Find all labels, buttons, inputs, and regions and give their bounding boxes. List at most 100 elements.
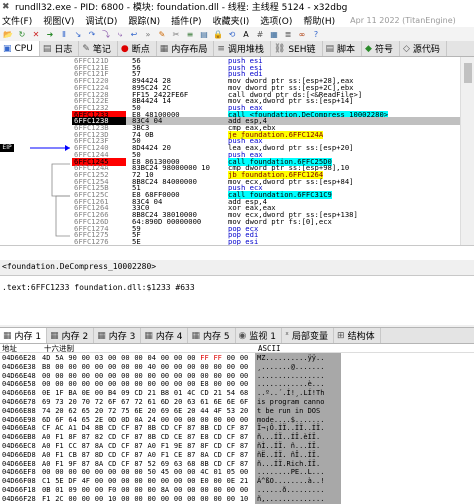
hex-byte[interactable]: 45 <box>161 468 174 477</box>
disassembly-view[interactable]: EIP 6FFC121D 56 push esi 6FFC121E 56 push esi… <box>0 57 474 245</box>
hex-byte[interactable]: 01 <box>174 389 187 398</box>
hex-byte[interactable]: 4C <box>200 468 213 477</box>
hex-byte[interactable]: 00 <box>227 354 240 363</box>
hex-byte[interactable]: B8 <box>161 389 174 398</box>
main-tab-4[interactable]: ▦ 内存布局 <box>157 41 215 56</box>
hex-byte[interactable]: A0 <box>42 451 55 460</box>
hex-byte[interactable]: 00 <box>174 354 187 363</box>
hex-byte[interactable]: 20 <box>240 407 253 416</box>
hex-byte[interactable]: 00 <box>187 363 200 372</box>
hex-byte[interactable]: 50 <box>148 468 161 477</box>
hex-byte[interactable]: 00 <box>174 416 187 425</box>
hex-byte[interactable]: 00 <box>161 363 174 372</box>
hex-byte[interactable]: 65 <box>82 407 95 416</box>
hex-byte[interactable]: 00 <box>68 468 81 477</box>
bottom-tab-3[interactable]: ▦ 内存 4 <box>141 328 189 343</box>
main-tab-2[interactable]: ✎ 笔记 <box>79 41 118 56</box>
hex-byte[interactable]: 2E <box>95 416 108 425</box>
hex-byte[interactable]: 00 <box>121 486 134 495</box>
restart-icon[interactable]: ↻ <box>16 29 28 40</box>
hex-byte[interactable]: 69 <box>161 460 174 469</box>
hex-byte[interactable]: 63 <box>187 398 200 407</box>
hex-byte[interactable]: CF <box>227 424 240 433</box>
hex-byte[interactable]: CD <box>213 433 226 442</box>
hex-byte[interactable]: CD <box>108 442 121 451</box>
hex-byte[interactable]: 00 <box>227 363 240 372</box>
hex-byte[interactable]: CF <box>227 442 240 451</box>
hex-byte[interactable]: 61 <box>200 398 213 407</box>
hex-byte[interactable]: CF <box>121 424 134 433</box>
bottom-tab-1[interactable]: ▦ 内存 2 <box>47 328 95 343</box>
run-icon[interactable]: ➜ <box>44 29 56 40</box>
hex-byte[interactable]: CD <box>213 442 226 451</box>
hex-byte[interactable]: 72 <box>108 407 121 416</box>
array-icon[interactable]: ≣ <box>282 29 294 40</box>
hex-byte[interactable]: 8A <box>161 486 174 495</box>
hex-byte[interactable]: 87 <box>134 460 147 469</box>
hex-byte[interactable]: 00 <box>161 380 174 389</box>
hex-byte[interactable]: 72 <box>134 398 147 407</box>
menu-view[interactable]: 视图(V) <box>43 14 74 27</box>
hex-byte[interactable]: 00 <box>82 354 95 363</box>
open-icon[interactable]: 📂 <box>2 29 14 40</box>
bottom-tab-0[interactable]: ▦ 内存 1 <box>0 328 48 343</box>
hex-byte[interactable]: 00 <box>134 486 147 495</box>
hex-byte[interactable]: 00 <box>148 486 161 495</box>
hex-byte[interactable]: 6D <box>161 398 174 407</box>
hex-byte[interactable]: 8D <box>95 451 108 460</box>
hex-byte[interactable]: 00 <box>174 477 187 486</box>
hex-byte[interactable]: 64 <box>68 416 81 425</box>
hex-byte[interactable]: 00 <box>187 380 200 389</box>
hex-byte[interactable]: D4 <box>82 424 95 433</box>
hex-byte[interactable]: CD <box>200 389 213 398</box>
hex-byte[interactable]: 04 <box>148 354 161 363</box>
hex-byte[interactable]: 00 <box>187 354 200 363</box>
trace-over-icon[interactable]: ⤷ <box>114 29 126 40</box>
hex-byte[interactable]: 8A <box>200 451 213 460</box>
hex-byte[interactable]: 65 <box>82 416 95 425</box>
hex-byte[interactable]: 00 <box>200 486 213 495</box>
hex-byte[interactable]: 00 <box>240 486 253 495</box>
hex-byte[interactable]: 00 <box>174 380 187 389</box>
hex-byte[interactable]: 00 <box>134 468 147 477</box>
hex-byte[interactable]: 0D <box>121 416 134 425</box>
disassembly-scrollbar[interactable] <box>460 57 474 245</box>
hex-byte[interactable]: 00 <box>68 495 81 504</box>
hex-byte[interactable]: 20 <box>68 398 81 407</box>
hex-byte[interactable]: 87 <box>134 433 147 442</box>
hex-byte[interactable]: 00 <box>200 495 213 504</box>
hex-byte[interactable]: 0E <box>227 477 240 486</box>
hex-byte[interactable]: BA <box>68 389 81 398</box>
hex-byte[interactable]: FF <box>200 354 213 363</box>
hex-byte[interactable]: 0D <box>108 416 121 425</box>
hex-byte[interactable]: F1 <box>55 433 68 442</box>
lock-icon[interactable]: 🔒 <box>212 29 224 40</box>
hex-byte[interactable]: 00 <box>82 468 95 477</box>
menu-favourites[interactable]: 收藏夹(I) <box>213 14 250 27</box>
hex-byte[interactable]: 6D <box>42 416 55 425</box>
hex-byte[interactable]: 4F <box>82 477 95 486</box>
hex-byte[interactable]: 00 <box>134 477 147 486</box>
hex-byte[interactable]: A0 <box>148 442 161 451</box>
step-into-icon[interactable]: ↘ <box>72 29 84 40</box>
hex-byte[interactable]: E8 <box>200 433 213 442</box>
hex-byte[interactable]: 00 <box>121 380 134 389</box>
hex-byte[interactable]: 90 <box>68 354 81 363</box>
hex-byte[interactable]: 00 <box>121 354 134 363</box>
hex-byte[interactable]: CD <box>213 460 226 469</box>
bottom-tab-4[interactable]: ▦ 内存 5 <box>188 328 236 343</box>
hex-byte[interactable]: CD <box>108 433 121 442</box>
hex-byte[interactable]: CD <box>108 460 121 469</box>
bottom-tab-5[interactable]: ◉ 监视 1 <box>236 328 282 343</box>
hex-byte[interactable]: 00 <box>213 495 226 504</box>
bottom-tab-7[interactable]: ⊞ 结构体 <box>334 328 381 343</box>
execute-till-return-icon[interactable]: ↩ <box>128 29 140 40</box>
hex-byte[interactable]: CC <box>68 442 81 451</box>
hex-byte[interactable]: CF <box>121 442 134 451</box>
hex-byte[interactable]: 00 <box>121 468 134 477</box>
menu-trace[interactable]: 跟踪(N) <box>128 14 160 27</box>
hex-byte[interactable]: 00 <box>148 380 161 389</box>
hex-byte[interactable]: 63 <box>174 460 187 469</box>
hex-byte[interactable]: 52 <box>148 460 161 469</box>
hex-byte[interactable]: 00 <box>213 477 226 486</box>
